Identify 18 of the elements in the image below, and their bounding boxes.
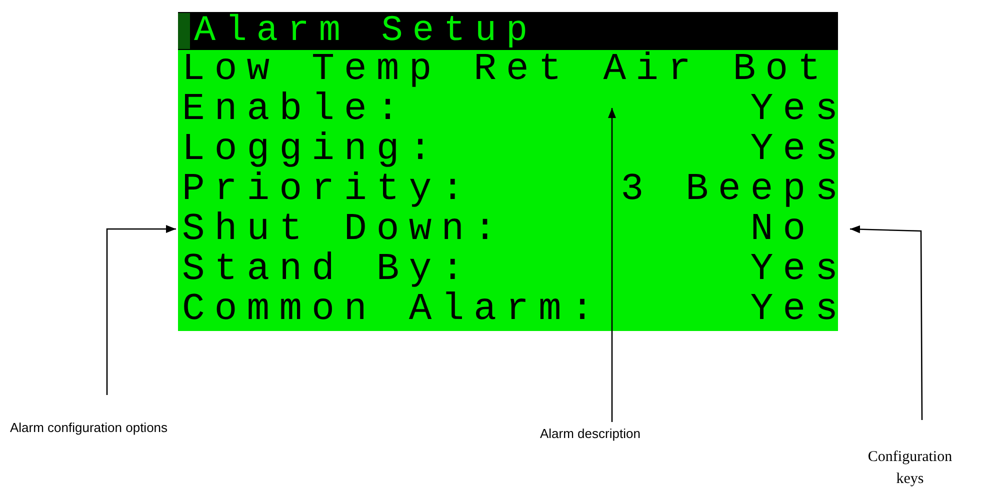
alarm-description: Low Temp Ret Air Bot bbox=[181, 50, 832, 90]
option-value: No bbox=[750, 210, 816, 250]
option-value: Yes bbox=[750, 90, 838, 130]
option-label: Shut Down: bbox=[182, 210, 506, 250]
option-value: Yes bbox=[750, 250, 838, 290]
option-label: Enable: bbox=[182, 90, 409, 130]
callout-label: Alarm configuration options bbox=[10, 420, 169, 436]
callout-label: Configuration keys bbox=[866, 448, 954, 489]
callout-label: Alarm description bbox=[540, 426, 640, 442]
option-label: Logging: bbox=[182, 130, 442, 170]
option-label: Priority: bbox=[182, 170, 474, 210]
option-value: Yes bbox=[750, 130, 838, 170]
option-label: Stand By: bbox=[182, 250, 474, 290]
option-value: 3 Beeps bbox=[620, 170, 838, 210]
option-value: Yes bbox=[750, 290, 838, 330]
option-label: Common Alarm: bbox=[182, 290, 604, 330]
cursor-block-icon bbox=[178, 13, 190, 49]
screen-title: Alarm Setup bbox=[194, 12, 538, 50]
